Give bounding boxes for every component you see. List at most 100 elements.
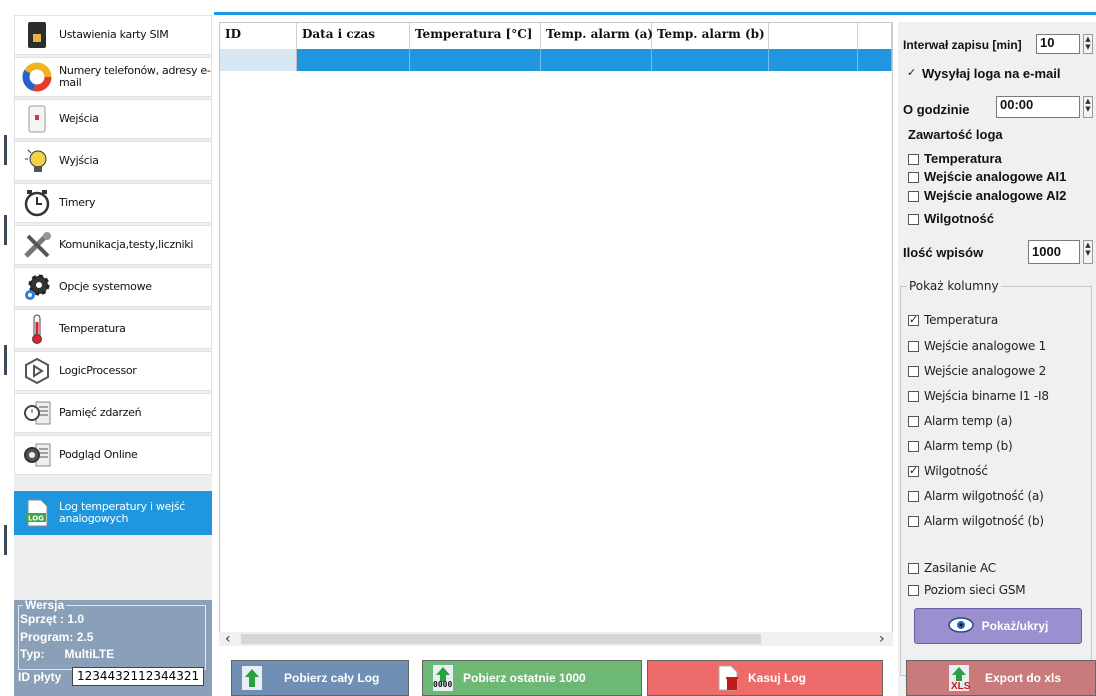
download-all-label: Pobierz cały Log (284, 671, 380, 685)
table-cell[interactable] (410, 49, 541, 71)
content-option-label: Temperatura (924, 151, 1002, 166)
alarm-clock-icon (15, 185, 59, 221)
show-columns-legend: Pokaż kolumny (907, 279, 1001, 293)
sidebar-item-event-memory[interactable]: Pamięć zdarzeń (14, 393, 212, 433)
log-content-label: Zawartość loga (908, 127, 1003, 142)
table-cell[interactable] (297, 49, 410, 71)
sidebar-item-label: LogicProcessor (59, 364, 137, 377)
column-header[interactable]: Temp. alarm (a) (541, 23, 653, 49)
show-alarm-humidity-a-checkbox[interactable] (908, 491, 919, 502)
sidebar-item-timers[interactable]: Timery (14, 183, 212, 223)
column-header[interactable]: Data i czas (297, 23, 410, 49)
show-ac-power-checkbox[interactable] (908, 563, 919, 574)
scrollbar-thumb[interactable] (241, 634, 761, 644)
sidebar-item-logicprocessor[interactable]: LogicProcessor (14, 351, 212, 391)
download-all-button[interactable]: Pobierz cały Log (231, 660, 409, 696)
column-header[interactable]: Temp. alarm (b) (652, 23, 769, 49)
table-row[interactable] (220, 49, 892, 71)
content-ai1-checkbox[interactable] (908, 172, 919, 183)
show-analog2-checkbox[interactable] (908, 366, 919, 377)
version-panel: Wersja Sprzęt : 1.0 Program: 2.5 Typ: Mu… (14, 598, 212, 696)
show-humidity-checkbox[interactable] (908, 464, 919, 477)
at-hour-field[interactable]: 00:00 (996, 96, 1080, 118)
show-hide-button[interactable]: Pokaż/ukryj (914, 608, 1082, 644)
show-alarm-humidity-b-checkbox[interactable] (908, 516, 919, 527)
horizontal-scrollbar[interactable]: ‹ › (219, 632, 893, 646)
log-settings-panel: Interwał zapisu [min] 10 ▲▼ Wysyłaj loga… (898, 22, 1096, 696)
content-option-label: Wilgotność (924, 211, 994, 226)
sidebar-item-temperature[interactable]: Temperatura (14, 309, 212, 349)
download-last-button[interactable]: 0000 Pobierz ostatnie 1000 (422, 660, 642, 696)
show-column-label: Wilgotność (924, 464, 988, 478)
content-ai2-checkbox[interactable] (908, 191, 919, 202)
table-header: ID Data i czas Temperatura [°C] Temp. al… (220, 23, 892, 49)
column-header[interactable]: Temperatura [°C] (410, 23, 541, 49)
show-alarm-temp-a-checkbox[interactable] (908, 416, 919, 427)
log-table[interactable]: ID Data i czas Temperatura [°C] Temp. al… (219, 22, 893, 634)
interval-spinner[interactable]: ▲ ▼ (1083, 34, 1093, 54)
left-edge-strip (0, 15, 14, 696)
table-cell[interactable] (220, 49, 297, 71)
show-gsm-level-checkbox[interactable] (908, 585, 919, 596)
entries-spinner[interactable]: ▲ ▼ (1083, 240, 1093, 264)
sidebar-item-label: Opcje systemowe (59, 280, 152, 293)
sidebar-item-sim[interactable]: Ustawienia karty SIM (14, 15, 212, 55)
sidebar-item-label: Ustawienia karty SIM (59, 28, 169, 41)
sidebar-item-label: Wejścia (59, 112, 99, 125)
sidebar-item-contacts[interactable]: Numery telefonów, adresy e-mail (14, 57, 212, 97)
show-column-label: Wejście analogowe 1 (924, 339, 1047, 353)
show-column-label: Alarm wilgotność (b) (924, 514, 1044, 528)
content-temperature-checkbox[interactable] (908, 154, 919, 165)
contacts-ring-icon (15, 59, 59, 95)
lightbulb-icon (15, 143, 59, 179)
column-header[interactable] (769, 23, 858, 49)
sidebar-item-label: Timery (59, 196, 96, 209)
program-version: Program: 2.5 (20, 630, 94, 644)
top-strip (0, 0, 1096, 12)
at-hour-spinner[interactable]: ▲ ▼ (1083, 96, 1093, 118)
sidebar-item-label: Temperatura (59, 322, 126, 335)
column-header[interactable]: ID (220, 23, 297, 49)
table-cell[interactable] (769, 49, 858, 71)
sidebar: Ustawienia karty SIM Numery telefonów, a… (14, 15, 212, 696)
scroll-right-icon[interactable]: › (879, 632, 885, 646)
show-binary-inputs-checkbox[interactable] (908, 391, 919, 402)
input-sensor-icon (15, 101, 59, 137)
column-header[interactable] (858, 23, 892, 49)
tools-icon (15, 227, 59, 263)
sidebar-item-inputs[interactable]: Wejścia (14, 99, 212, 139)
sidebar-item-system-options[interactable]: Opcje systemowe (14, 267, 212, 307)
entries-field[interactable]: 1000 (1028, 240, 1080, 264)
show-alarm-temp-b-checkbox[interactable] (908, 441, 919, 452)
top-accent-bar (214, 12, 1096, 15)
interval-field[interactable]: 10 (1036, 34, 1080, 54)
download-last-icon: 0000 (423, 663, 463, 693)
logic-processor-icon (15, 353, 59, 389)
table-cell[interactable] (858, 49, 892, 71)
show-analog1-checkbox[interactable] (908, 341, 919, 352)
sidebar-item-label: Numery telefonów, adresy e-mail (59, 64, 211, 89)
show-column-label: Wejście analogowe 2 (924, 364, 1047, 378)
scroll-left-icon[interactable]: ‹ (225, 632, 231, 646)
sidebar-item-label: Wyjścia (59, 154, 99, 167)
send-email-checkbox[interactable] (907, 66, 918, 80)
sidebar-item-log[interactable]: LOG Log temperatury i wejść analogowych (14, 491, 212, 535)
sidebar-item-outputs[interactable]: Wyjścia (14, 141, 212, 181)
svg-text:LOG: LOG (28, 515, 44, 523)
show-column-label: Zasilanie AC (924, 561, 996, 575)
board-id-field[interactable]: 1234432112344321 (72, 667, 204, 686)
send-email-label: Wysyłaj loga na e-mail (922, 66, 1061, 81)
device-type: Typ: MultiLTE (20, 647, 115, 661)
sidebar-item-communication[interactable]: Komunikacja,testy,liczniki (14, 225, 212, 265)
eye-icon (947, 616, 974, 636)
table-cell[interactable] (541, 49, 652, 71)
delete-log-button[interactable]: Kasuj Log (647, 660, 883, 696)
show-temperature-checkbox[interactable] (908, 313, 919, 326)
sidebar-item-label: Komunikacja,testy,liczniki (59, 238, 194, 251)
log-icon: LOG (15, 495, 59, 531)
table-cell[interactable] (652, 49, 769, 71)
export-xls-button[interactable]: XLS Export do xls (906, 660, 1096, 696)
content-humidity-checkbox[interactable] (908, 214, 919, 225)
show-hide-label: Pokaż/ukryj (981, 619, 1049, 633)
sidebar-item-online-preview[interactable]: Podgląd Online (14, 435, 212, 475)
